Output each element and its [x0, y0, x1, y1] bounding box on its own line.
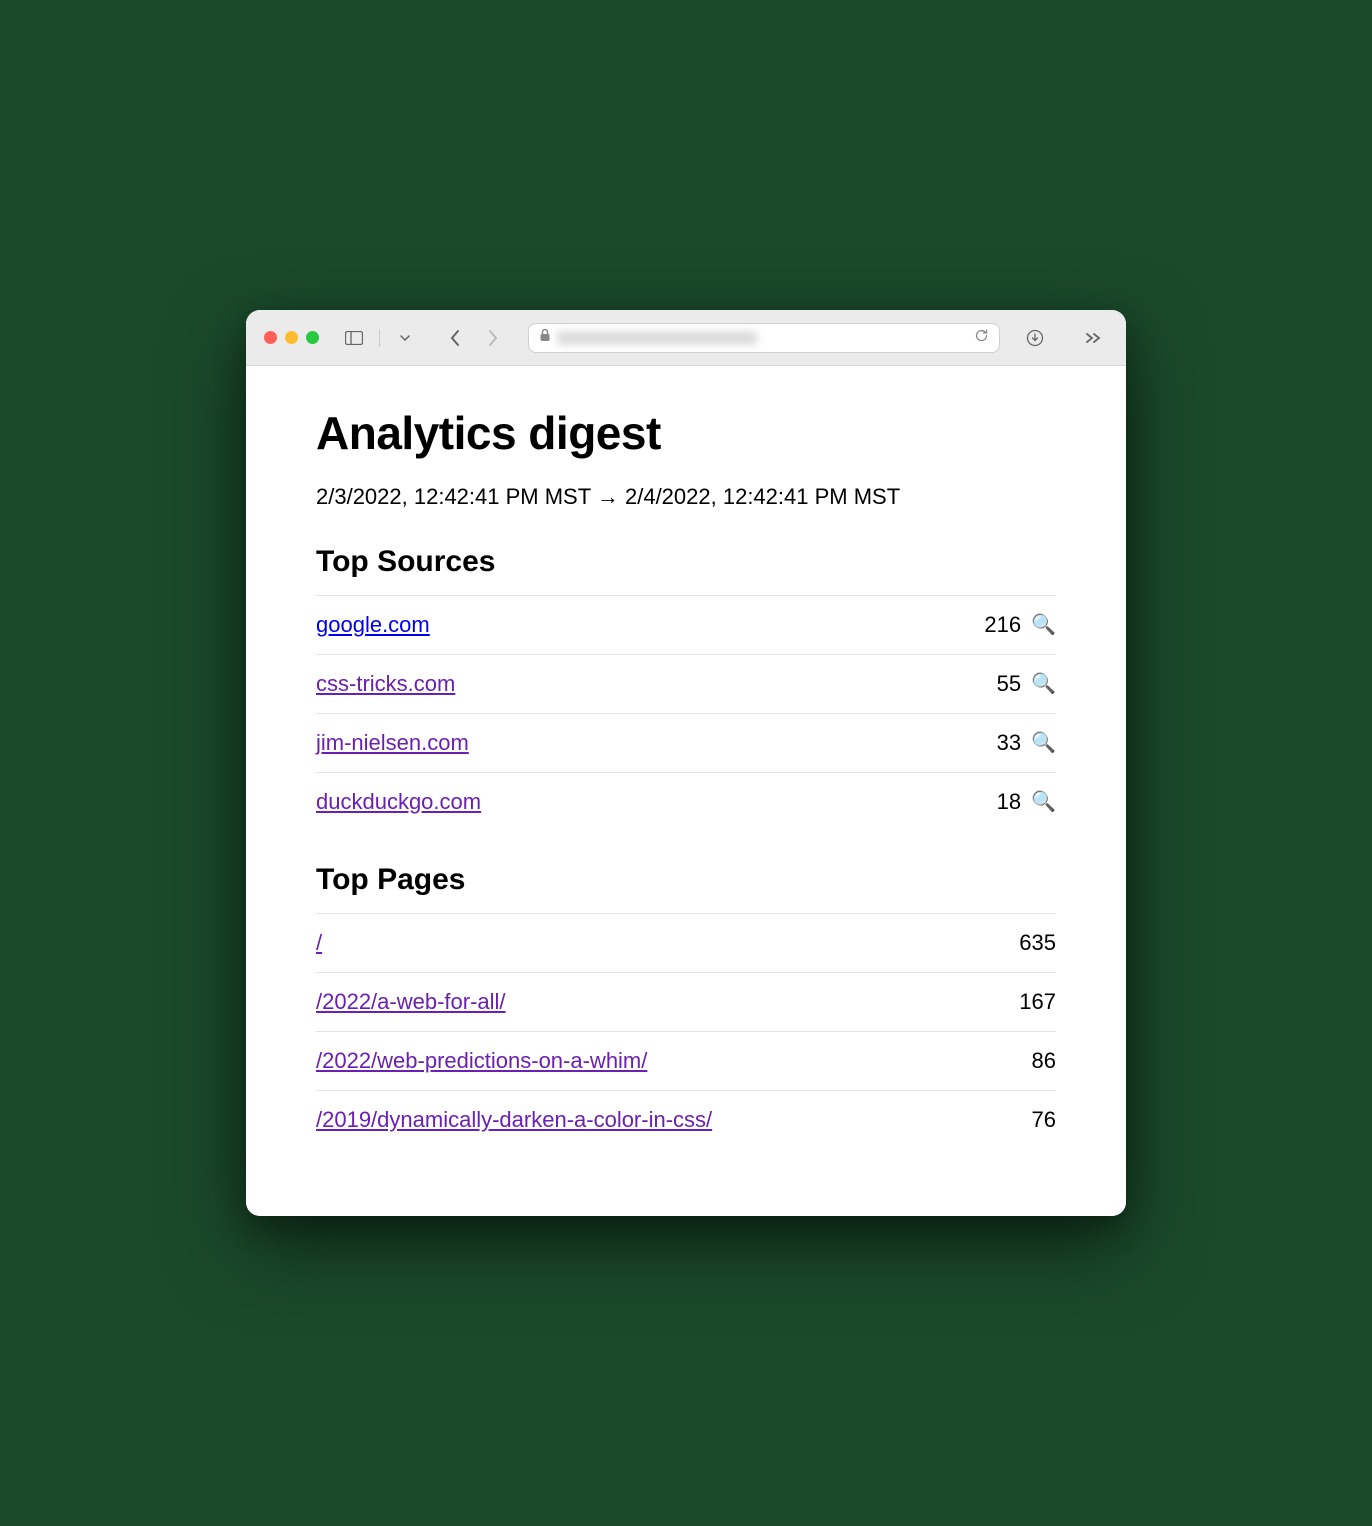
page-value: 76: [1032, 1107, 1056, 1133]
source-link[interactable]: google.com: [316, 612, 430, 638]
reload-button[interactable]: [974, 328, 989, 348]
page-value: 167: [1019, 989, 1056, 1015]
source-link[interactable]: css-tricks.com: [316, 671, 455, 697]
page-row: / 635: [316, 913, 1056, 972]
chevron-down-icon: [400, 335, 410, 341]
source-row: jim-nielsen.com 33 🔍: [316, 713, 1056, 772]
source-link[interactable]: jim-nielsen.com: [316, 730, 469, 756]
page-link[interactable]: /2022/web-predictions-on-a-whim/: [316, 1048, 647, 1074]
sidebar-icon: [345, 331, 363, 345]
top-sources-heading: Top Sources: [316, 545, 1056, 579]
browser-toolbar: [246, 310, 1126, 366]
reload-icon: [974, 328, 989, 343]
magnify-icon[interactable]: 🔍: [1031, 671, 1056, 696]
source-link[interactable]: duckduckgo.com: [316, 789, 481, 815]
sidebar-toggle-button[interactable]: [339, 324, 369, 352]
source-row: google.com 216 🔍: [316, 595, 1056, 654]
page-title: Analytics digest: [316, 406, 1056, 460]
close-window-button[interactable]: [264, 331, 277, 344]
source-value: 216: [984, 612, 1021, 638]
source-row: duckduckgo.com 18 🔍: [316, 772, 1056, 831]
browser-window: Analytics digest 2/3/2022, 12:42:41 PM M…: [246, 310, 1126, 1216]
page-link[interactable]: /2019/dynamically-darken-a-color-in-css/: [316, 1107, 712, 1133]
maximize-window-button[interactable]: [306, 331, 319, 344]
url-text-obscured: [557, 331, 757, 345]
download-icon: [1026, 329, 1044, 347]
page-value: 86: [1032, 1048, 1056, 1074]
top-pages-heading: Top Pages: [316, 863, 1056, 897]
chevron-left-icon: [449, 329, 461, 347]
page-row: /2022/web-predictions-on-a-whim/86: [316, 1031, 1056, 1090]
page-value: 635: [1019, 930, 1056, 956]
top-pages-list: / 635/2022/a-web-for-all/167/2022/web-pre…: [316, 913, 1056, 1149]
overflow-menu-button[interactable]: [1078, 324, 1108, 352]
page-row: /2022/a-web-for-all/167: [316, 972, 1056, 1031]
address-bar[interactable]: [528, 323, 1000, 353]
chevron-double-right-icon: [1085, 333, 1101, 343]
window-controls: [264, 331, 319, 344]
forward-button[interactable]: [478, 324, 508, 352]
back-button[interactable]: [440, 324, 470, 352]
lock-icon: [539, 328, 551, 347]
magnify-icon[interactable]: 🔍: [1031, 612, 1056, 637]
page-row: /2019/dynamically-darken-a-color-in-css/…: [316, 1090, 1056, 1149]
minimize-window-button[interactable]: [285, 331, 298, 344]
chevron-right-icon: [487, 329, 499, 347]
date-range: 2/3/2022, 12:42:41 PM MST → 2/4/2022, 12…: [316, 482, 916, 513]
magnify-icon[interactable]: 🔍: [1031, 789, 1056, 814]
page-link[interactable]: /2022/a-web-for-all/: [316, 989, 506, 1015]
page-content: Analytics digest 2/3/2022, 12:42:41 PM M…: [246, 366, 1126, 1216]
source-value: 55: [997, 671, 1021, 697]
toolbar-divider: [379, 329, 380, 347]
tab-group-dropdown[interactable]: [390, 324, 420, 352]
top-sources-list: google.com216🔍css-tricks.com55🔍jim-niels…: [316, 595, 1056, 831]
page-link[interactable]: /: [316, 930, 322, 956]
source-value: 33: [997, 730, 1021, 756]
magnify-icon[interactable]: 🔍: [1031, 730, 1056, 755]
source-row: css-tricks.com 55 🔍: [316, 654, 1056, 713]
downloads-button[interactable]: [1020, 324, 1050, 352]
source-value: 18: [997, 789, 1021, 815]
